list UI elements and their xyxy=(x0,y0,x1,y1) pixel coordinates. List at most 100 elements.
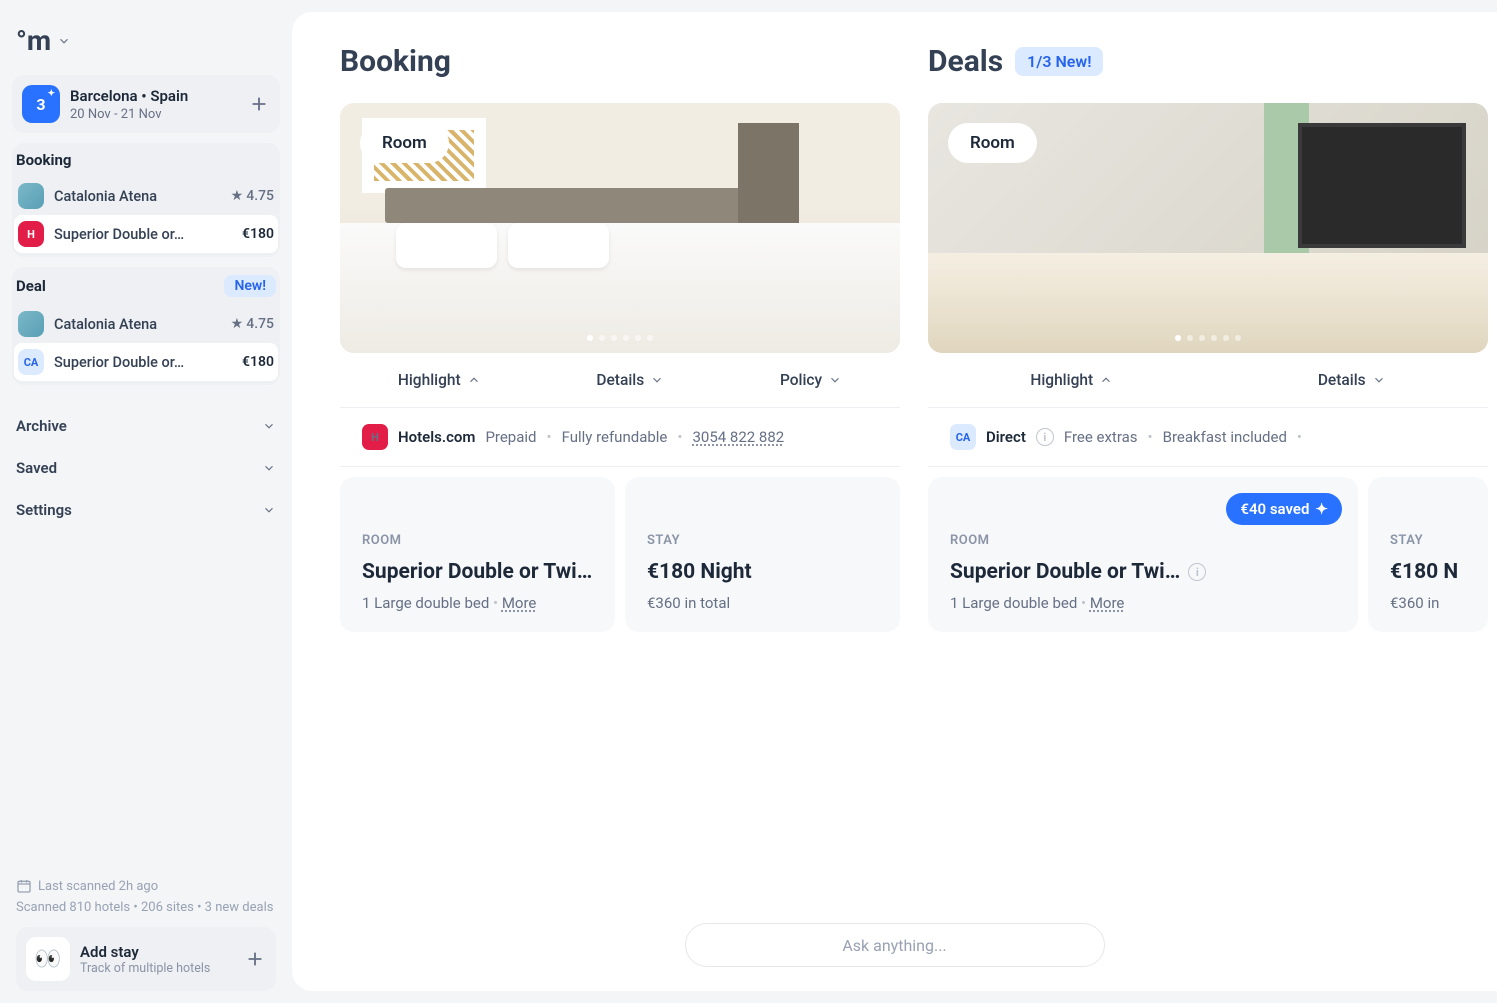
deal-stay-card: STAY €180 N €360 in xyxy=(1368,477,1488,632)
booking-heading: Booking xyxy=(340,44,451,79)
last-scan-line: Last scanned 2h ago xyxy=(16,878,276,894)
hotel-rating: ★ 4.75 xyxy=(231,316,274,332)
sidebar-nav: Archive Saved Settings xyxy=(12,405,280,531)
booking-stay-card: STAY €180 Night €360 in total xyxy=(625,477,900,632)
tab-policy[interactable]: Policy xyxy=(780,371,842,389)
room-price: €180 xyxy=(242,354,274,370)
add-stay-card[interactable]: 👀 Add stay Track of multiple hotels xyxy=(16,927,276,991)
room-label: Superior Double or… xyxy=(54,226,184,243)
ask-placeholder: Ask anything... xyxy=(842,936,946,955)
booking-column: Booking Room xyxy=(340,44,900,632)
carousel-dots[interactable] xyxy=(587,335,653,341)
deals-count-badge: 1/3 New! xyxy=(1015,47,1103,76)
logo-row[interactable]: °m xyxy=(12,12,280,75)
booking-tabs: Highlight Details Policy xyxy=(340,353,900,408)
room-price: €180 xyxy=(242,226,274,242)
deal-meta-extras: Free extras xyxy=(1064,428,1138,446)
hotel-thumb-icon xyxy=(18,311,44,337)
section-heading: Deal New! xyxy=(14,271,278,305)
card-subtitle: €360 in xyxy=(1390,594,1466,612)
room-label: Superior Double or… xyxy=(54,354,184,371)
booking-room-row[interactable]: H Superior Double or… €180 xyxy=(14,215,278,253)
sidebar: °m 3 Barcelona • Spain 20 Nov - 21 Nov B… xyxy=(0,0,292,1003)
chevron-down-icon xyxy=(262,419,276,433)
trip-dates: 20 Nov - 21 Nov xyxy=(70,107,188,122)
card-subtitle: €360 in total xyxy=(647,594,878,612)
booking-hero-image[interactable]: Room xyxy=(340,103,900,353)
hotel-thumb-icon xyxy=(18,183,44,209)
card-eyebrow: ROOM xyxy=(950,533,1336,548)
new-badge: New! xyxy=(224,275,276,297)
calendar-icon xyxy=(16,878,32,894)
hotels-com-icon: H xyxy=(362,424,388,450)
sidebar-item-settings[interactable]: Settings xyxy=(12,489,280,531)
logo: °m xyxy=(16,24,51,57)
section-heading: Booking xyxy=(14,147,278,177)
direct-provider-icon: CA xyxy=(950,424,976,450)
booking-room-card: ROOM Superior Double or Twi… i 1 Large d… xyxy=(340,477,615,632)
trip-destination: Barcelona • Spain xyxy=(70,87,188,105)
provider-name: Hotels.com xyxy=(398,428,475,446)
plus-icon[interactable] xyxy=(244,948,266,970)
sparkle-icon: ✦ xyxy=(1315,500,1328,518)
add-stay-title: Add stay xyxy=(80,943,210,961)
booking-hotel-row[interactable]: Catalonia Atena ★ 4.75 xyxy=(14,177,278,215)
room-pill: Room xyxy=(360,123,449,163)
more-link[interactable]: More xyxy=(1090,594,1125,612)
hotels-com-icon: H xyxy=(18,221,44,247)
booking-provider-row: H Hotels.com Prepaid • Fully refundable … xyxy=(340,408,900,467)
booking-meta-refundable: Fully refundable xyxy=(562,428,668,446)
direct-provider-icon: CA xyxy=(18,349,44,375)
card-eyebrow: STAY xyxy=(1390,533,1466,548)
deal-hotel-row[interactable]: Catalonia Atena ★ 4.75 xyxy=(14,305,278,343)
tab-highlight[interactable]: Highlight xyxy=(398,371,481,389)
hotel-name: Catalonia Atena xyxy=(54,188,157,205)
sidebar-item-saved[interactable]: Saved xyxy=(12,447,280,489)
hotel-name: Catalonia Atena xyxy=(54,316,157,333)
room-pill: Room xyxy=(948,123,1037,163)
main-panel: Booking Room xyxy=(292,12,1497,991)
booking-reference[interactable]: 3054 822 882 xyxy=(692,428,784,446)
deal-room-card: €40 saved ✦ ROOM Superior Double or Twi…… xyxy=(928,477,1358,632)
info-icon[interactable]: i xyxy=(1036,428,1054,446)
trip-card[interactable]: 3 Barcelona • Spain 20 Nov - 21 Nov xyxy=(12,75,280,133)
booking-meta-prepaid: Prepaid xyxy=(485,428,536,446)
provider-name: Direct xyxy=(986,428,1026,446)
card-eyebrow: STAY xyxy=(647,533,878,548)
chevron-down-icon xyxy=(262,503,276,517)
deal-provider-row: CA Direct i Free extras • Breakfast incl… xyxy=(928,408,1488,467)
tab-details[interactable]: Details xyxy=(1318,371,1386,389)
tab-details[interactable]: Details xyxy=(596,371,664,389)
carousel-dots[interactable] xyxy=(1175,335,1241,341)
savings-pill: €40 saved ✦ xyxy=(1226,493,1342,525)
sidebar-footer: Last scanned 2h ago Scanned 810 hotels •… xyxy=(12,878,280,991)
card-title: €180 Night xyxy=(647,560,878,584)
chevron-down-icon xyxy=(262,461,276,475)
card-title: €180 N xyxy=(1390,560,1466,584)
card-title: Superior Double or Twi… i xyxy=(950,560,1336,584)
plus-icon[interactable] xyxy=(248,93,270,115)
more-link[interactable]: More xyxy=(502,594,537,612)
eyes-icon: 👀 xyxy=(26,937,70,981)
card-title: Superior Double or Twi… i xyxy=(362,560,593,584)
sidebar-item-archive[interactable]: Archive xyxy=(12,405,280,447)
deals-heading: Deals xyxy=(928,44,1003,79)
deal-hero-image[interactable]: Room xyxy=(928,103,1488,353)
card-eyebrow: ROOM xyxy=(362,533,593,548)
scan-stats: Scanned 810 hotels • 206 sites • 3 new d… xyxy=(16,900,276,915)
sidebar-booking-section: Booking Catalonia Atena ★ 4.75 H Superio… xyxy=(12,143,280,257)
sidebar-deal-section: Deal New! Catalonia Atena ★ 4.75 CA Supe… xyxy=(12,267,280,385)
deal-meta-breakfast: Breakfast included xyxy=(1163,428,1287,446)
chevron-down-icon xyxy=(57,34,71,48)
hotel-rating: ★ 4.75 xyxy=(231,188,274,204)
tab-highlight[interactable]: Highlight xyxy=(1030,371,1113,389)
add-stay-subtitle: Track of multiple hotels xyxy=(80,961,210,976)
ask-input[interactable]: Ask anything... xyxy=(685,923,1105,967)
deal-room-row[interactable]: CA Superior Double or… €180 xyxy=(14,343,278,381)
trip-nights-icon: 3 xyxy=(22,85,60,123)
card-subtitle: 1 Large double bed • More xyxy=(362,594,593,612)
deals-column: Deals 1/3 New! Room Highlight xyxy=(928,44,1488,632)
info-icon[interactable]: i xyxy=(1188,563,1206,581)
card-subtitle: 1 Large double bed • More xyxy=(950,594,1336,612)
deal-tabs: Highlight Details xyxy=(928,353,1488,408)
